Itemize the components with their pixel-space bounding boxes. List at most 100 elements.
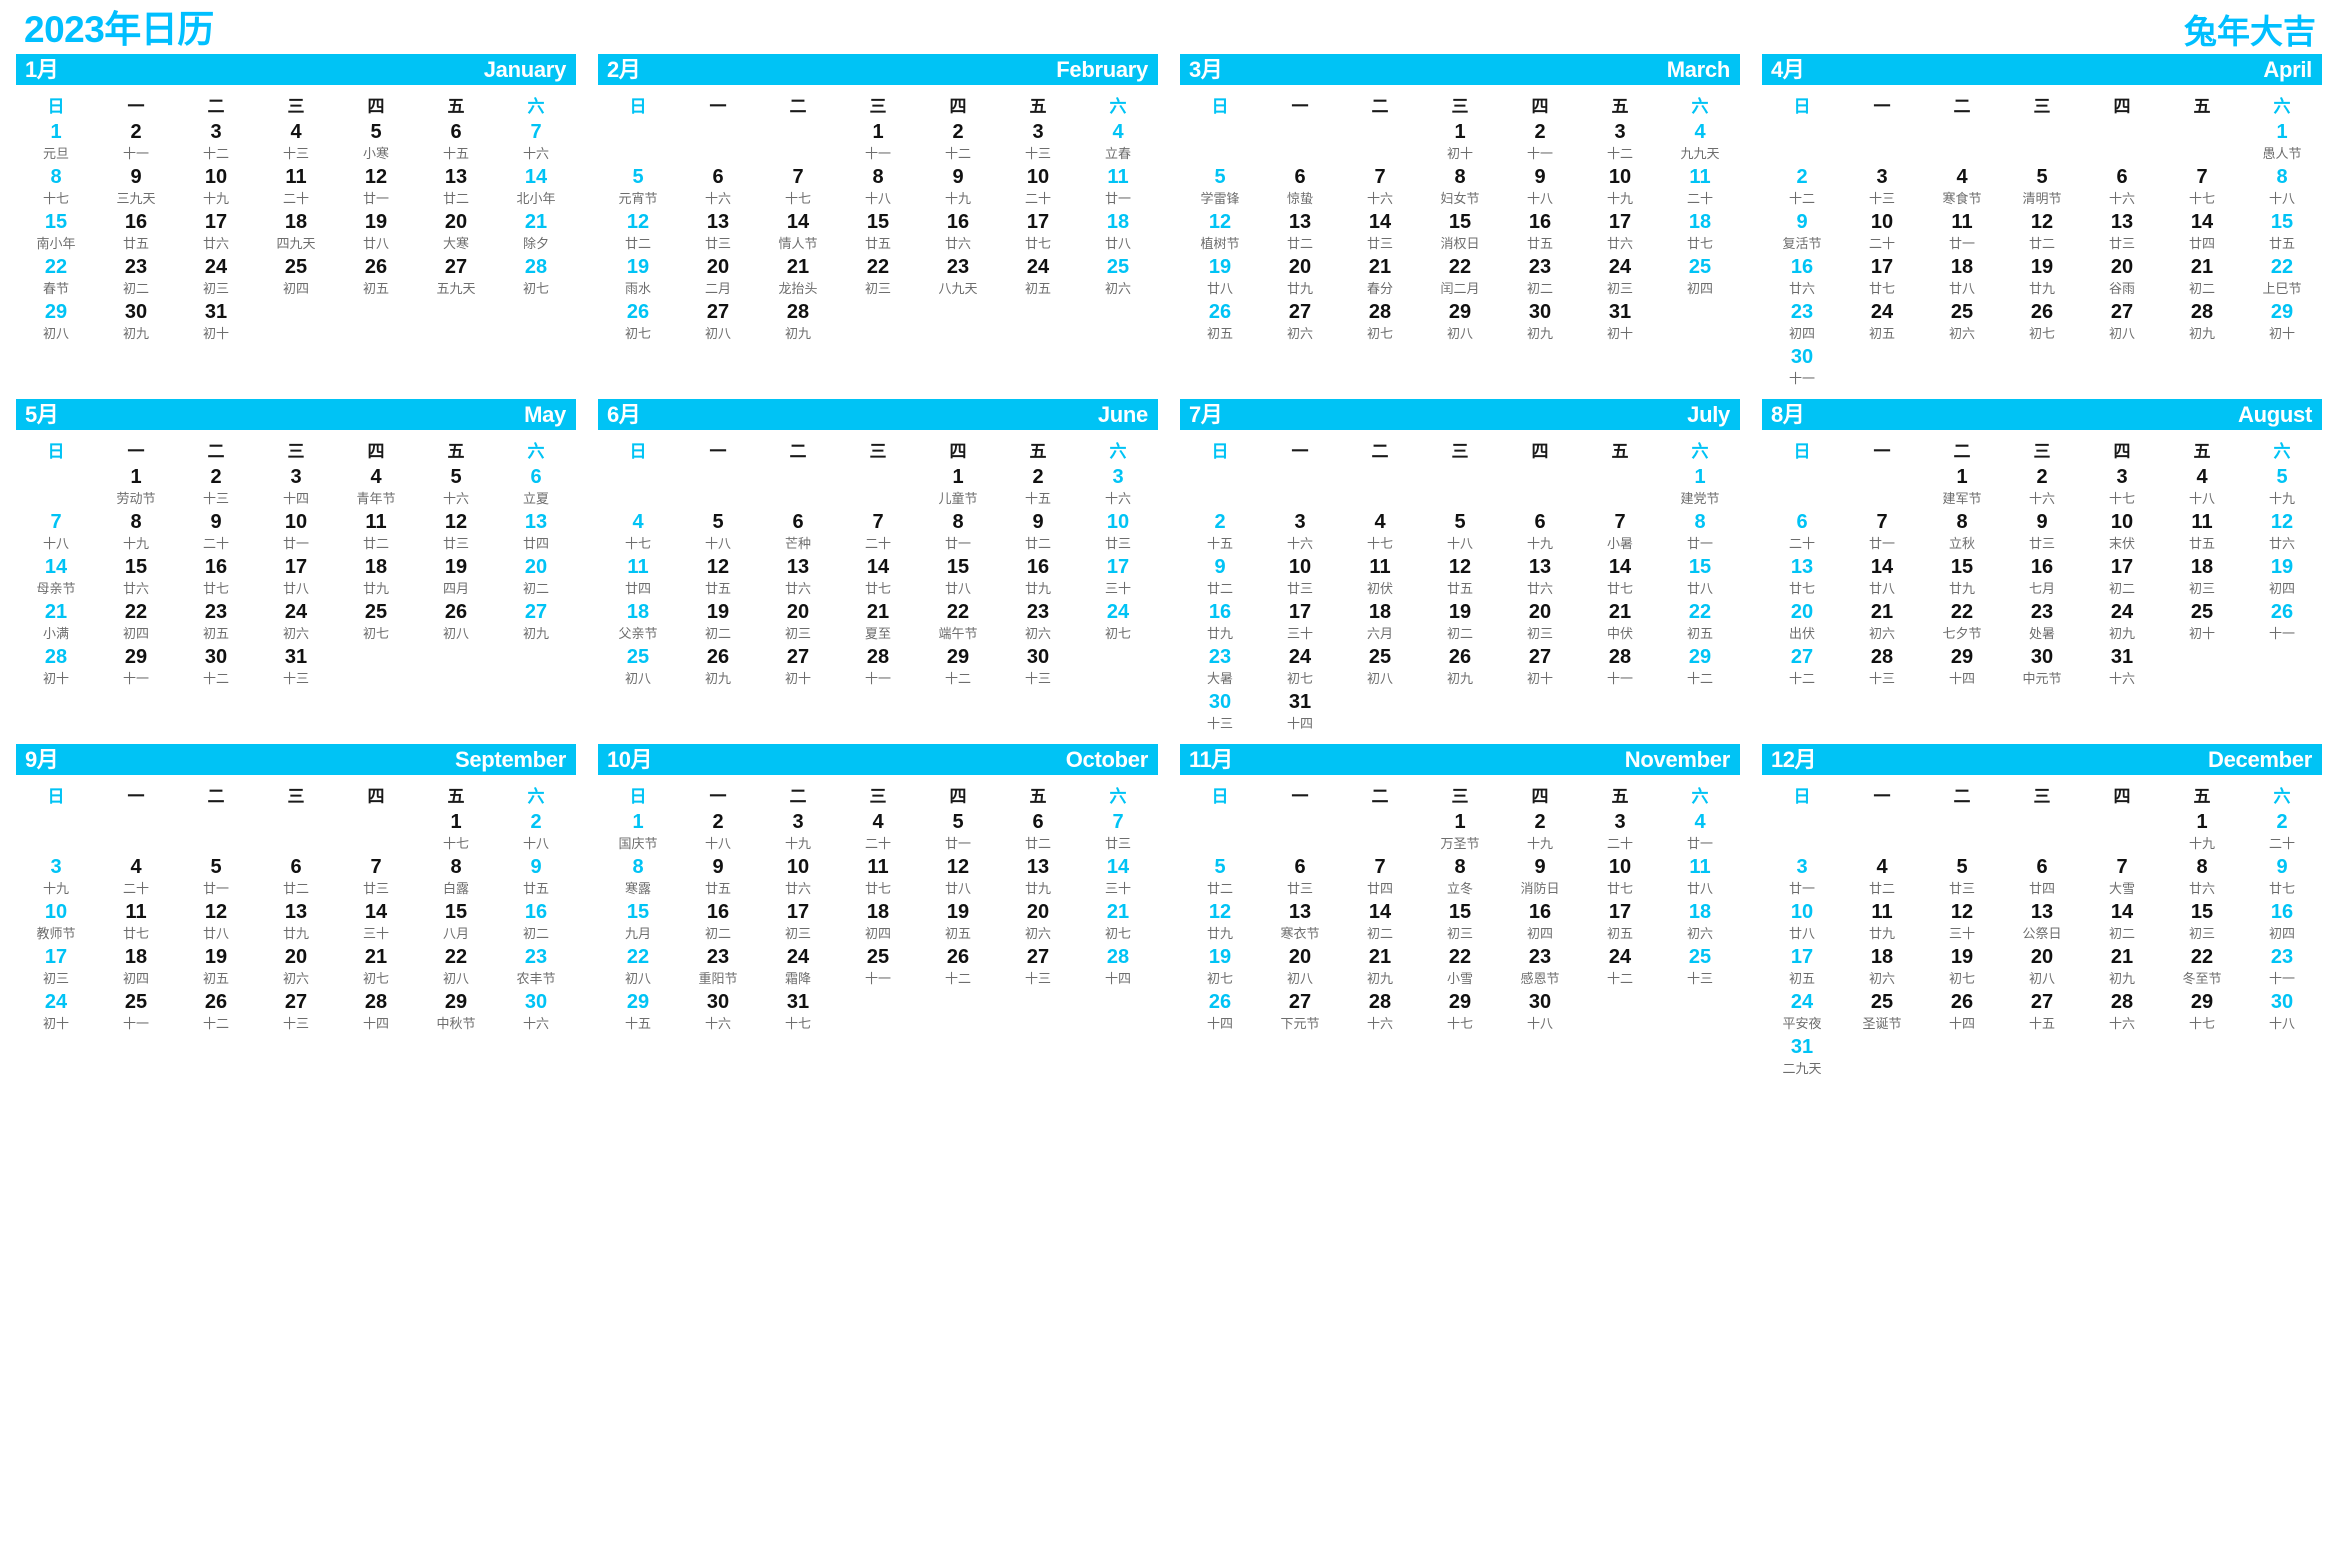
day-cell[interactable]: 31 初十 — [176, 301, 256, 346]
day-cell[interactable]: 19 初四 — [2242, 556, 2322, 601]
day-cell[interactable]: 10 廿一 — [256, 511, 336, 556]
day-cell[interactable]: 2 二十 — [2242, 811, 2322, 856]
day-cell[interactable]: 18 父亲节 — [598, 601, 678, 646]
day-cell[interactable]: 23 大暑 — [1180, 646, 1260, 691]
day-cell[interactable]: 7 十六 — [1340, 166, 1420, 211]
day-cell[interactable]: 25 十三 — [1660, 946, 1740, 991]
day-cell[interactable]: 29 初十 — [2242, 301, 2322, 346]
day-cell[interactable]: 23 农丰节 — [496, 946, 576, 991]
day-cell[interactable]: 24 霜降 — [758, 946, 838, 991]
day-cell[interactable]: 5 小寒 — [336, 121, 416, 166]
day-cell[interactable]: 30 十三 — [1180, 691, 1260, 736]
day-cell[interactable]: 5 十八 — [678, 511, 758, 556]
day-cell[interactable]: 7 小暑 — [1580, 511, 1660, 556]
day-cell[interactable]: 8 白露 — [416, 856, 496, 901]
day-cell[interactable]: 20 初三 — [758, 601, 838, 646]
day-cell[interactable]: 28 初十 — [16, 646, 96, 691]
day-cell[interactable]: 25 初八 — [598, 646, 678, 691]
day-cell[interactable]: 11 二十 — [1660, 166, 1740, 211]
day-cell[interactable]: 21 龙抬头 — [758, 256, 838, 301]
day-cell[interactable]: 5 十八 — [1420, 511, 1500, 556]
day-cell[interactable]: 12 廿八 — [176, 901, 256, 946]
day-cell[interactable]: 3 十三 — [1842, 166, 1922, 211]
day-cell[interactable]: 10 二十 — [1842, 211, 1922, 256]
day-cell[interactable]: 10 廿七 — [1580, 856, 1660, 901]
day-cell[interactable]: 4 立春 — [1078, 121, 1158, 166]
day-cell[interactable]: 5 廿二 — [1180, 856, 1260, 901]
day-cell[interactable]: 14 初二 — [1340, 901, 1420, 946]
day-cell[interactable]: 9 十九 — [918, 166, 998, 211]
day-cell[interactable]: 21 初七 — [1078, 901, 1158, 946]
day-cell[interactable]: 15 消权日 — [1420, 211, 1500, 256]
day-cell[interactable]: 10 教师节 — [16, 901, 96, 946]
day-cell[interactable]: 17 初三 — [758, 901, 838, 946]
day-cell[interactable]: 4 十三 — [256, 121, 336, 166]
day-cell[interactable]: 2 十五 — [998, 466, 1078, 511]
day-cell[interactable]: 10 廿八 — [1762, 901, 1842, 946]
day-cell[interactable]: 18 廿七 — [1660, 211, 1740, 256]
day-cell[interactable]: 13 廿九 — [998, 856, 1078, 901]
day-cell[interactable]: 12 廿五 — [1420, 556, 1500, 601]
day-cell[interactable]: 20 谷雨 — [2082, 256, 2162, 301]
day-cell[interactable]: 27 十三 — [998, 946, 1078, 991]
day-cell[interactable]: 28 十一 — [838, 646, 918, 691]
day-cell[interactable]: 17 初五 — [1580, 901, 1660, 946]
day-cell[interactable]: 31 十三 — [256, 646, 336, 691]
day-cell[interactable]: 17 初五 — [1762, 946, 1842, 991]
day-cell[interactable]: 3 十六 — [1078, 466, 1158, 511]
day-cell[interactable]: 21 初七 — [336, 946, 416, 991]
day-cell[interactable]: 22 小雪 — [1420, 946, 1500, 991]
day-cell[interactable]: 17 廿七 — [1842, 256, 1922, 301]
day-cell[interactable]: 7 廿一 — [1842, 511, 1922, 556]
day-cell[interactable]: 2 十八 — [496, 811, 576, 856]
day-cell[interactable]: 22 初四 — [96, 601, 176, 646]
day-cell[interactable]: 13 廿六 — [1500, 556, 1580, 601]
day-cell[interactable]: 29 十四 — [1922, 646, 2002, 691]
day-cell[interactable]: 15 廿九 — [1922, 556, 2002, 601]
day-cell[interactable]: 30 十八 — [1500, 991, 1580, 1036]
day-cell[interactable]: 20 初二 — [496, 556, 576, 601]
day-cell[interactable]: 7 廿三 — [336, 856, 416, 901]
day-cell[interactable]: 28 初七 — [496, 256, 576, 301]
day-cell[interactable]: 13 公祭日 — [2002, 901, 2082, 946]
day-cell[interactable]: 14 初二 — [2082, 901, 2162, 946]
day-cell[interactable]: 26 十四 — [1922, 991, 2002, 1036]
day-cell[interactable]: 27 十五 — [2002, 991, 2082, 1036]
day-cell[interactable]: 28 初七 — [1340, 301, 1420, 346]
day-cell[interactable]: 16 七月 — [2002, 556, 2082, 601]
day-cell[interactable]: 12 廿一 — [336, 166, 416, 211]
day-cell[interactable]: 28 十一 — [1580, 646, 1660, 691]
day-cell[interactable]: 14 廿七 — [1580, 556, 1660, 601]
day-cell[interactable]: 22 端午节 — [918, 601, 998, 646]
day-cell[interactable]: 16 初四 — [1500, 901, 1580, 946]
day-cell[interactable]: 3 十七 — [2082, 466, 2162, 511]
day-cell[interactable]: 17 初三 — [16, 946, 96, 991]
day-cell[interactable]: 21 夏至 — [838, 601, 918, 646]
day-cell[interactable]: 29 初八 — [16, 301, 96, 346]
day-cell[interactable]: 21 初九 — [2082, 946, 2162, 991]
day-cell[interactable]: 25 初四 — [1660, 256, 1740, 301]
day-cell[interactable]: 21 小满 — [16, 601, 96, 646]
day-cell[interactable]: 26 十四 — [1180, 991, 1260, 1036]
day-cell[interactable]: 12 廿三 — [416, 511, 496, 556]
day-cell[interactable]: 29 十五 — [598, 991, 678, 1036]
day-cell[interactable]: 14 三十 — [1078, 856, 1158, 901]
day-cell[interactable]: 24 初五 — [1842, 301, 1922, 346]
day-cell[interactable]: 30 十八 — [2242, 991, 2322, 1036]
day-cell[interactable]: 9 复活节 — [1762, 211, 1842, 256]
day-cell[interactable]: 13 廿七 — [1762, 556, 1842, 601]
day-cell[interactable]: 27 十三 — [256, 991, 336, 1036]
day-cell[interactable]: 5 学雷锋 — [1180, 166, 1260, 211]
day-cell[interactable]: 6 二十 — [1762, 511, 1842, 556]
day-cell[interactable]: 14 廿三 — [1340, 211, 1420, 256]
day-cell[interactable]: 23 初四 — [1762, 301, 1842, 346]
day-cell[interactable]: 25 初七 — [336, 601, 416, 646]
day-cell[interactable]: 30 初九 — [96, 301, 176, 346]
day-cell[interactable]: 1 劳动节 — [96, 466, 176, 511]
day-cell[interactable]: 24 平安夜 — [1762, 991, 1842, 1036]
day-cell[interactable]: 19 廿八 — [336, 211, 416, 256]
day-cell[interactable]: 4 青年节 — [336, 466, 416, 511]
day-cell[interactable]: 13 廿三 — [2082, 211, 2162, 256]
day-cell[interactable]: 25 初六 — [1078, 256, 1158, 301]
day-cell[interactable]: 23 十一 — [2242, 946, 2322, 991]
